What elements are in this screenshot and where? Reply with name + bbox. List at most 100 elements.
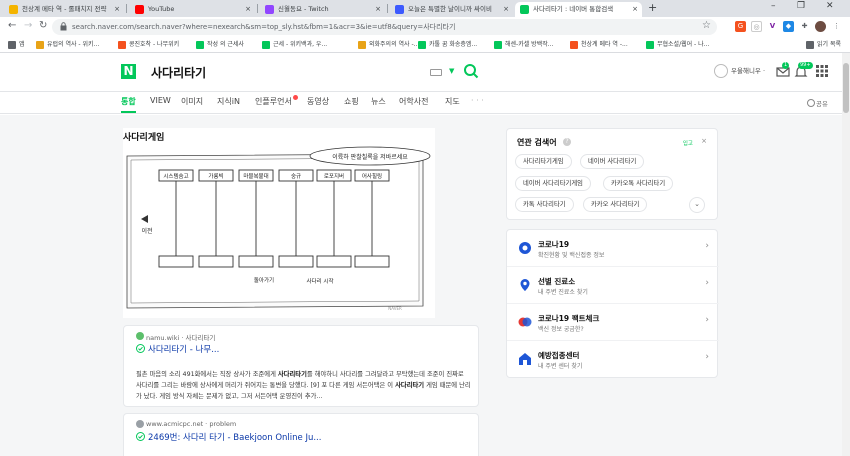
forward-icon[interactable]: → (24, 20, 32, 31)
extension-icon[interactable]: ◎ (751, 21, 762, 32)
close-icon[interactable]: × (701, 137, 707, 145)
extension-icon[interactable]: V (767, 21, 778, 32)
list-item-title: 예방접종센터 (538, 351, 580, 360)
apps-grid-icon[interactable] (816, 65, 828, 77)
minimize-icon[interactable]: – (771, 1, 776, 11)
ladder-top-label: 시스템숨고 (163, 172, 188, 180)
info-icon[interactable]: ? (563, 138, 571, 146)
caret-down-icon[interactable]: ▼ (449, 67, 454, 75)
browser-tab-2[interactable]: YouTube × (130, 2, 255, 17)
bookmark-apps[interactable]: 앱 (8, 39, 25, 50)
profile-avatar[interactable] (815, 21, 826, 32)
close-icon[interactable]: × (245, 2, 251, 16)
related-chip[interactable]: 사다리타기게임 (515, 154, 572, 169)
tab-image[interactable]: 이미지 (181, 96, 203, 107)
tab-divider (126, 4, 127, 13)
browser-tab-1[interactable]: 천상계 메타 역 - 롤패치지 전략 × (4, 2, 124, 17)
browser-tab-3[interactable]: 신월동요 - Twitch × (260, 2, 385, 17)
browser-tab-strip: 천상계 메타 역 - 롤패치지 전략 × YouTube × 신월동요 - Tw… (0, 0, 850, 17)
share-button[interactable]: 공유 (807, 98, 828, 108)
close-window-icon[interactable]: ✕ (826, 1, 834, 11)
bookmark-favicon (646, 41, 654, 49)
scrollbar[interactable] (842, 53, 850, 456)
maximize-icon[interactable]: ❐ (797, 1, 805, 11)
bookmark-item[interactable]: 콩진호착 - 나무위키 (118, 39, 179, 50)
related-chip[interactable]: 네이버 사다리타기게임 (515, 176, 591, 191)
result-title[interactable]: 2469번: 사다리 타기 - Baekjoon Online Ju... (136, 431, 321, 443)
list-item-covid[interactable]: 코로나19 확진현황 및 백신접종 정보 › (507, 230, 719, 267)
tab-video[interactable]: 동영상 (307, 96, 329, 107)
list-item-sub: 확진현황 및 백신접종 정보 (538, 252, 605, 259)
search-query[interactable]: 사다리타기 (151, 64, 206, 81)
bookmark-item[interactable]: 근세 - 위키백과, 우... (262, 39, 327, 50)
browser-tab-active[interactable]: 사다리타기 : 네이버 통합검색 × (515, 2, 642, 17)
tab-news[interactable]: 뉴스 (371, 96, 386, 107)
scrollbar-thumb[interactable] (843, 63, 849, 113)
image-card-title: 사다리게임 (123, 133, 165, 143)
reading-list[interactable]: 읽기 목록 (806, 39, 841, 50)
close-icon[interactable]: × (114, 2, 120, 16)
tab-kin[interactable]: 지식iN (217, 96, 240, 107)
bookmark-item[interactable]: 카톨 꿈 화송층엠... (418, 39, 477, 50)
bookmark-item[interactable]: 작성 의 근세사 (196, 39, 244, 50)
tab-dictionary[interactable]: 어학사전 (399, 96, 428, 107)
search-box[interactable]: 사다리타기 ▼ (143, 61, 483, 83)
speech-bubble-text: 이륙하 판찰칠록을 저바르세요 (332, 153, 408, 161)
new-tab-button[interactable]: + (648, 1, 657, 14)
bookmark-item[interactable]: 외화주의의 역사 -... (358, 39, 419, 50)
naver-logo[interactable]: N (121, 64, 136, 79)
ladder-game-image[interactable]: 이륙하 판찰칠록을 저바르세요 시스템숨고 가롱빅 마블복불대 숭규 로포지버 … (123, 146, 435, 318)
list-item-vaccine-center[interactable]: 예방접종센터 내 주변 센터 찾기 › (507, 341, 719, 378)
puzzle-icon[interactable]: ✚ (799, 21, 810, 32)
bookmark-item[interactable]: 해센-카셀 방백작... (494, 39, 553, 50)
reload-icon[interactable]: ↻ (39, 20, 47, 31)
bookmark-star-icon[interactable]: ☆ (702, 20, 711, 31)
result-source-text: www.acmicpc.net · problem (146, 420, 237, 428)
tab-shopping[interactable]: 쇼핑 (344, 96, 359, 107)
ladder-top-label: 어사힐링 (362, 172, 382, 180)
twitch-icon (265, 5, 274, 14)
bookmark-favicon (358, 41, 366, 49)
search-icon[interactable] (463, 63, 479, 79)
fact-check-icon (518, 317, 532, 327)
new-dot (292, 95, 298, 100)
snippet-highlight: 사다리타기 (277, 371, 307, 378)
chevron-down-icon[interactable]: ⌄ (689, 197, 705, 213)
tab-integrated[interactable]: 통합 (121, 96, 136, 113)
extension-icon[interactable]: G (735, 21, 746, 32)
tab-influencer[interactable]: 인플루언서 (255, 95, 298, 107)
url-bar[interactable]: search.naver.com/search.naver?where=nexe… (52, 19, 717, 35)
list-item-sub: 내 주변 진료소 찾기 (538, 289, 588, 296)
related-toggle[interactable]: 입고 (683, 139, 693, 147)
ladder-top-label: 가롱빅 (208, 172, 223, 180)
result-source[interactable]: namu.wiki · 사다리타기 (136, 332, 215, 342)
snippet-text: [9] 포 다른 게임 서든어택은 이 (310, 382, 394, 389)
tab-view[interactable]: VIEW (150, 96, 171, 105)
menu-icon[interactable]: ⋮ (831, 21, 842, 32)
bookmark-favicon (36, 41, 44, 49)
bookmark-item[interactable]: 유럽의 역사 - 위키... (36, 39, 99, 50)
bookmark-item[interactable]: 무협소설/웹어 - 나... (646, 39, 709, 50)
back-icon[interactable]: ← (8, 20, 16, 31)
tab-divider (387, 4, 388, 13)
close-icon[interactable]: × (375, 2, 381, 16)
browser-tab-4[interactable]: 오늘은 특별한 날이니까 싸이비 × (390, 2, 513, 17)
bookmark-item[interactable]: 천상계 메타 역 -... (570, 39, 628, 50)
tab-more[interactable]: · · · (471, 96, 484, 105)
related-chip[interactable]: 카톡 사다리타기 (515, 197, 574, 212)
related-chip[interactable]: 네이버 사다리타기 (580, 154, 645, 169)
related-chip[interactable]: 카카오톡 사다리타기 (603, 176, 674, 191)
list-item-clinic[interactable]: 선별 진료소 내 주변 진료소 찾기 › (507, 267, 719, 304)
lock-icon (60, 22, 67, 31)
close-icon[interactable]: × (503, 2, 509, 16)
result-title[interactable]: 사다리타기 - 나무... (136, 343, 219, 355)
tab-favicon (9, 5, 18, 14)
list-item-factcheck[interactable]: 코로나19 팩트체크 백신 정보 궁금한? › (507, 304, 719, 341)
user-menu[interactable]: 우울해니우 · (714, 64, 765, 78)
tab-map[interactable]: 지도 (445, 96, 460, 107)
related-chip[interactable]: 카카오 사다리타기 (583, 197, 648, 212)
result-source[interactable]: www.acmicpc.net · problem (136, 420, 236, 428)
keyboard-icon[interactable] (430, 69, 442, 76)
extension-icon[interactable]: ◆ (783, 21, 794, 32)
close-icon[interactable]: × (632, 2, 638, 16)
